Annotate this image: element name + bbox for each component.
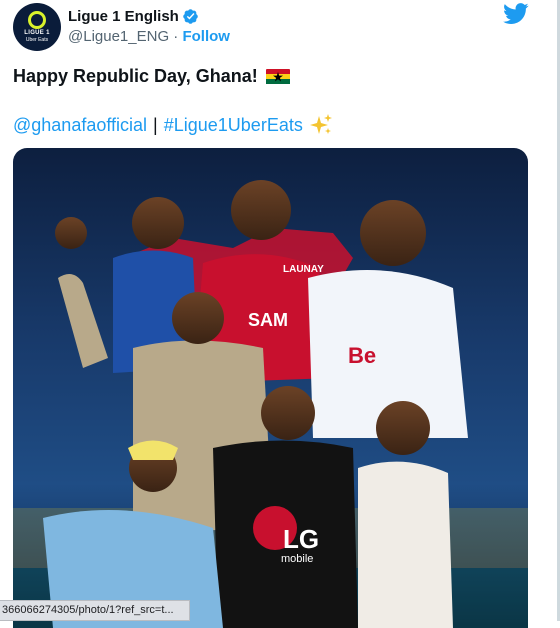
account-name-row: Ligue 1 English [68, 8, 199, 25]
avatar[interactable]: LIGUE 1 Uber Eats [13, 3, 61, 51]
ligue1-logo-icon [28, 11, 46, 29]
jersey-sponsor-3: Be [348, 343, 376, 368]
jersey-sponsor-2: LAUNAY [283, 264, 324, 275]
follow-button[interactable]: Follow [182, 28, 230, 45]
twitter-bird-icon[interactable] [503, 3, 529, 25]
jersey-sponsor-1: SAM [248, 310, 288, 330]
status-url-bar: 366066274305/photo/1?ref_src=t... [0, 600, 190, 621]
text-divider: | [153, 114, 158, 135]
handle-row: @Ligue1_ENG · Follow [68, 28, 230, 45]
lg-sponsor-sub: mobile [281, 553, 313, 565]
lg-sponsor-text: LG [283, 524, 319, 554]
tweet-text-line2: @ghanafaofficial | #Ligue1UberEats [13, 113, 333, 137]
sparkles-icon [309, 113, 333, 137]
tweet-greeting: Happy Republic Day, Ghana! [13, 66, 258, 86]
avatar-logo-sub: Uber Eats [25, 37, 49, 43]
tweet-text-line1: Happy Republic Day, Ghana! [13, 66, 290, 87]
verified-badge-icon [182, 8, 199, 25]
avatar-logo-text: LIGUE 1 [24, 30, 50, 36]
account-handle[interactable]: @Ligue1_ENG [68, 28, 169, 45]
handle-separator: · [173, 28, 179, 45]
display-name[interactable]: Ligue 1 English [68, 8, 179, 25]
ghana-flag-icon [265, 68, 290, 85]
tweet-media-image[interactable]: SAM LAUNAY Be LG mobile [13, 148, 528, 628]
mention-link[interactable]: @ghanafaofficial [13, 115, 147, 136]
hashtag-link[interactable]: #Ligue1UberEats [164, 115, 303, 136]
